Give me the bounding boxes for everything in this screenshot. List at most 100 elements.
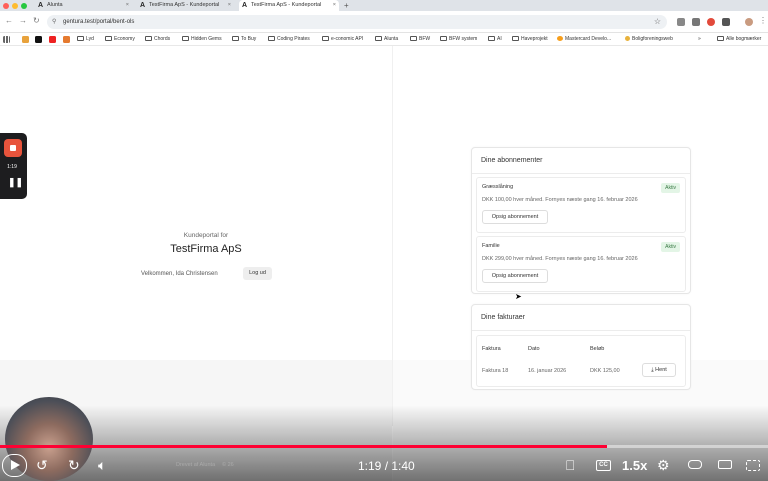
bookmark-icon[interactable] [49,36,56,43]
folder-icon [322,36,329,41]
cancel-subscription-button[interactable]: Opsig abonnement [482,210,548,224]
bookmark-item[interactable]: BFW system [440,33,477,46]
reload-icon[interactable]: ↻ [33,16,40,25]
stop-recording-button[interactable] [4,139,22,157]
bookmark-item[interactable]: e-conomic API [322,33,363,46]
column-header: Dato [528,346,540,352]
bookmarks-overflow-button[interactable]: » [698,33,701,46]
bookmark-label: Coding Pirates [277,36,310,42]
folder-icon [105,36,112,41]
browser-tab[interactable]: A Alunta × [35,0,132,11]
bookmark-item[interactable]: Coding Pirates [268,33,310,46]
extension-icon[interactable] [722,18,730,26]
bookmark-item[interactable]: Alunta [375,33,398,46]
bookmark-icon[interactable] [35,36,42,43]
captions-button[interactable]: CC [596,460,611,471]
bookmark-item[interactable]: Economy [105,33,135,46]
bookmark-label: AI [497,36,502,42]
apps-icon[interactable] [3,36,10,43]
close-tab-icon[interactable]: × [126,0,129,11]
fullscreen-icon[interactable] [746,460,760,471]
page-footer-text: Drevet af Alunta [176,462,216,468]
close-tab-icon[interactable]: × [333,0,336,11]
invoice-date: 16. januar 2026 [528,368,567,374]
close-tab-icon[interactable]: × [228,0,231,11]
extension-icon[interactable] [692,18,700,26]
subtitles-icon[interactable] [688,460,702,469]
extension-icon[interactable] [707,18,715,26]
url-bar[interactable]: ⚲ gentura.test/portal/bent-ols ☆ [47,15,667,29]
theater-mode-icon[interactable] [718,460,732,469]
bookmark-item[interactable]: Haveprojekt [512,33,548,46]
bookmark-item[interactable]: BFW [410,33,430,46]
playback-speed-button[interactable]: 1.5x [622,458,647,473]
video-progress-fill [0,445,607,448]
tab-label: Alunta [47,2,63,8]
forward-icon[interactable]: ↻ [68,456,80,474]
bookmark-star-icon[interactable]: ☆ [654,15,661,29]
window-minimize-button[interactable] [12,3,18,9]
folder-icon [488,36,495,41]
subscriptions-card: Dine abonnementer Græsslåning Aktiv DKK … [471,147,691,294]
new-tab-button[interactable]: + [344,0,349,11]
video-progress-bar[interactable] [0,445,768,448]
url-text: gentura.test/portal/bent-ols [63,19,135,25]
profile-avatar[interactable] [745,18,753,26]
bookmark-icon[interactable] [63,36,70,43]
download-invoice-button[interactable]: ⤓ Hent [642,363,676,377]
menu-icon[interactable]: ⋮ [759,16,767,25]
bookmark-item[interactable]: Boligforeningsweb [625,33,673,46]
download-label: Hent [655,367,667,373]
bookmark-label: BFW system [449,36,478,42]
bookmark-item[interactable]: AI [488,33,502,46]
bookmark-label: To Buy [241,36,257,42]
settings-gear-icon[interactable]: ⚙ [657,456,670,474]
all-bookmarks-folder[interactable]: Alle bogmærker [717,33,761,46]
window-close-button[interactable] [3,3,9,9]
volume-icon[interactable]: 🔈︎ [98,456,106,474]
bookmark-label: Chords [154,36,171,42]
column-header: Beløb [590,346,605,352]
portal-subtitle: Kundeportal for [183,232,229,239]
bookmark-label: BFW [419,36,431,42]
tab-favicon: A [38,2,44,9]
browser-tab-active[interactable]: A TestFirma ApS - Kundeportal × [239,0,339,11]
bookmark-icon[interactable] [22,36,29,43]
bookmark-label: Lyd [86,36,94,42]
window-maximize-button[interactable] [21,3,27,9]
folder-icon [410,36,417,41]
play-button[interactable] [2,454,27,477]
welcome-text: Velkommen, Ida Christensen [141,271,218,277]
bookmark-label: Hidden Gems [191,36,222,42]
extension-icon[interactable] [677,18,685,26]
folder-icon [145,36,152,41]
column-header: Faktura [482,346,501,352]
screen-recorder-widget: 1:19 ❚❚ [0,133,27,199]
bookmark-item[interactable]: To Buy [232,33,256,46]
browser-tab[interactable]: A TestFirma ApS - Kundeportal × [137,0,234,11]
rewind-icon[interactable]: ↺ [36,456,48,474]
address-toolbar: ← → ↻ ⚲ gentura.test/portal/bent-ols ☆ ⋮ [0,11,768,33]
video-time: 1:19 / 1:40 [358,459,415,473]
bookmark-item[interactable]: Mastercard Develo... [557,33,611,46]
folder-icon [375,36,382,41]
site-icon [625,36,630,41]
bookmark-item[interactable]: Hidden Gems [182,33,222,46]
bookmark-item[interactable]: Lyd [77,33,94,46]
subscription-item: Familie Aktiv DKK 299,00 hver måned. For… [476,236,686,292]
site-info-icon[interactable]: ⚲ [52,15,56,29]
logout-button[interactable]: Log ud [243,267,272,280]
subscription-item: Græsslåning Aktiv DKK 100,00 hver måned.… [476,177,686,233]
page-footer-text: © 26 [222,462,234,468]
invoice-amount: DKK 125,00 [590,368,620,374]
forward-icon[interactable]: → [19,16,27,25]
folder-icon [268,36,275,41]
bookmark-item[interactable]: Chords [145,33,170,46]
cancel-subscription-button[interactable]: Opsig abonnement [482,269,548,283]
bookmark-label: Boligforeningsweb [632,36,673,42]
back-icon[interactable]: ← [5,16,13,25]
bookmark-label: Alle bogmærker [726,36,762,42]
save-bookmark-icon[interactable]: ⎕ [566,456,574,474]
pause-recording-icon[interactable]: ❚❚ [8,177,23,188]
mastercard-icon [557,36,563,41]
